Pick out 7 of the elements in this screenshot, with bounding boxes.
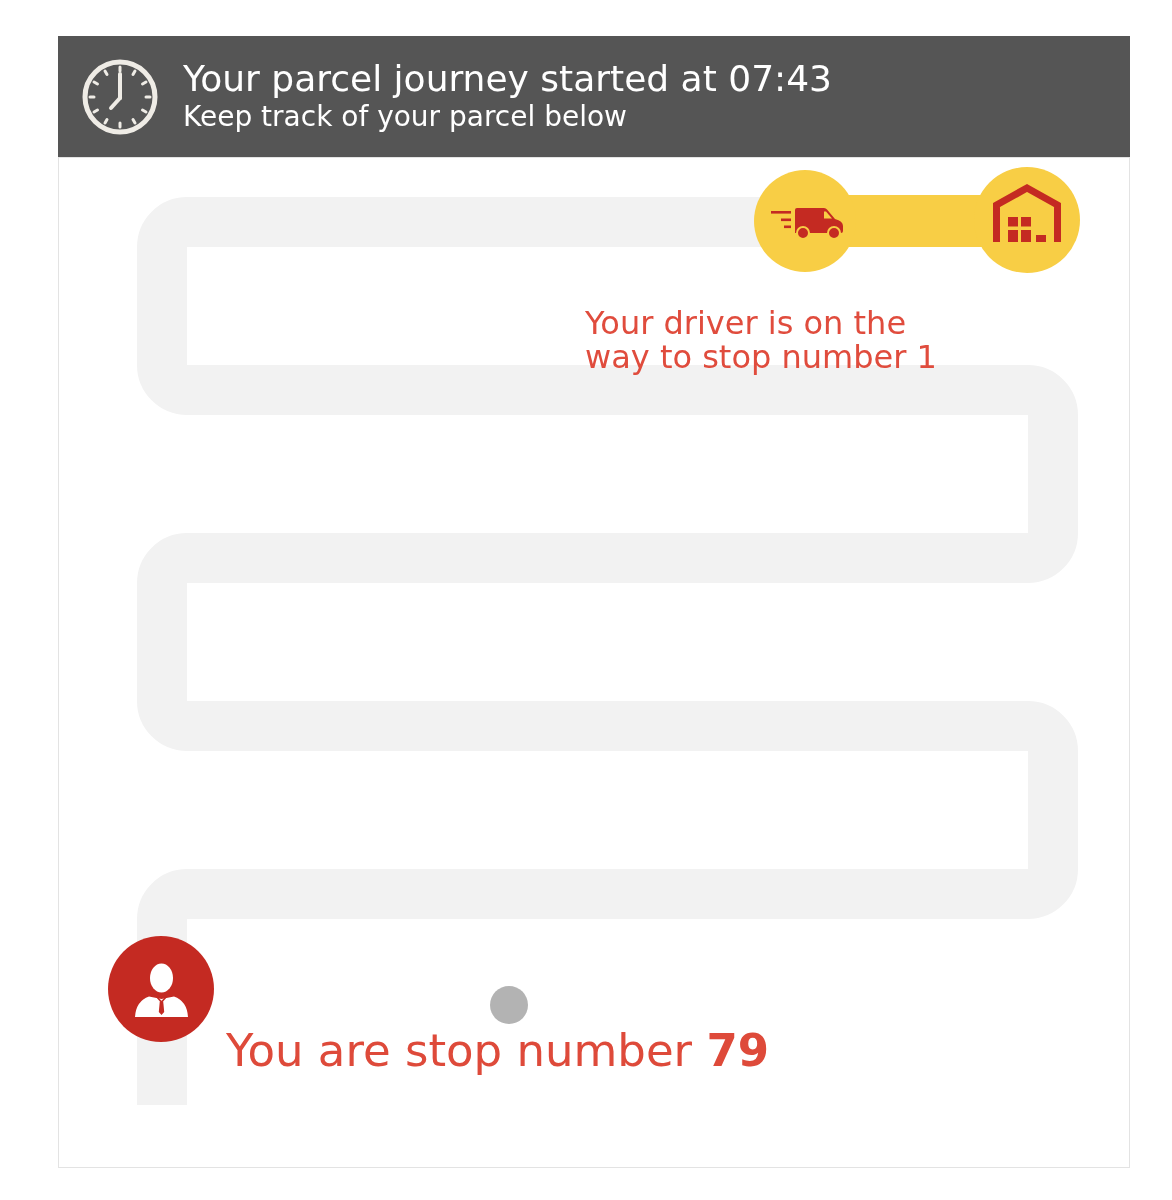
header-subtitle: Keep track of your parcel below	[183, 99, 628, 135]
driver-message: Your driver is on the way to stop number 1	[585, 306, 938, 374]
person-icon	[108, 936, 214, 1042]
position-dot-icon	[490, 986, 528, 1024]
clock-icon	[82, 59, 158, 135]
stop-message: You are stop number 79	[226, 1025, 769, 1077]
header-title: Your parcel journey started at 07:43	[183, 59, 832, 99]
